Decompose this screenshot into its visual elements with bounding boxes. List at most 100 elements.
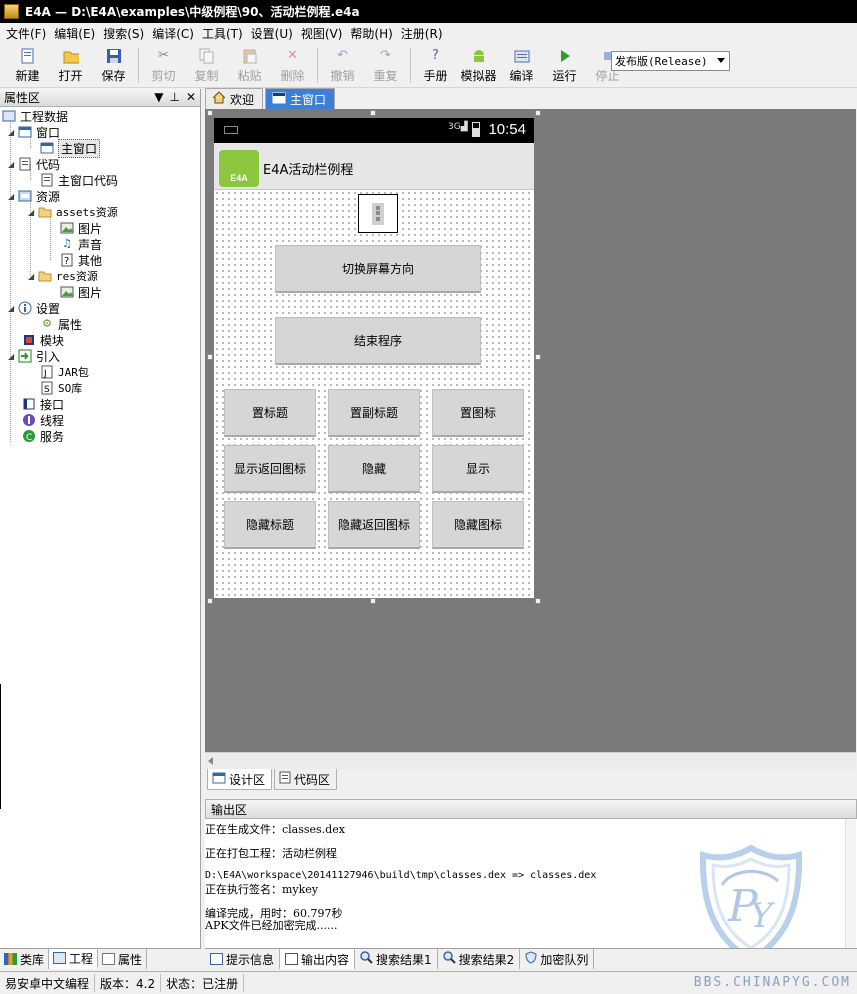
menu-settings[interactable]: 设置(U) — [247, 25, 297, 42]
tree-item-assets[interactable]: ◢ assets资源 — [28, 204, 118, 220]
tree-item-modules[interactable]: 模块 — [22, 332, 64, 348]
tab-search-results-1[interactable]: 搜索结果1 — [355, 949, 438, 969]
tree-item-assets-other[interactable]: ? 其他 — [60, 252, 102, 268]
show-back-icon-button[interactable]: 显示返回图标 — [224, 445, 316, 493]
output-scrollbar[interactable] — [845, 819, 856, 948]
pyg-shield-logo: P Y — [700, 845, 802, 963]
open-button[interactable]: 打开 — [49, 44, 92, 84]
tree-item-code[interactable]: ◢ 代码 — [8, 156, 60, 172]
tree-item-properties[interactable]: ⚙ 属性 — [40, 316, 82, 332]
menu-help[interactable]: 帮助(H) — [346, 25, 396, 42]
tree-item-assets-sounds[interactable]: ♫ 声音 — [60, 236, 102, 252]
tree-item-assets-images[interactable]: 图片 — [60, 220, 102, 236]
set-subtitle-button[interactable]: 置副标题 — [328, 389, 420, 437]
tab-properties-label: 属性 — [118, 952, 143, 967]
tab-hints[interactable]: 提示信息 — [205, 949, 281, 969]
resize-handle[interactable] — [535, 110, 541, 116]
network-type: 3G — [448, 122, 461, 132]
output-tabs: 提示信息 输出内容 搜索结果1 搜索结果2 加密队列 — [205, 948, 857, 970]
resize-handle[interactable] — [535, 598, 541, 604]
overflow-menu-button[interactable] — [358, 194, 398, 233]
resize-handle[interactable] — [207, 110, 213, 116]
resize-handle[interactable] — [370, 598, 376, 604]
build-mode-select[interactable]: 发布版(Release) — [611, 51, 730, 71]
tree-item-project-data[interactable]: 工程数据 — [2, 108, 68, 124]
compile-button[interactable]: 编译 — [500, 44, 543, 84]
tree-item-main-window[interactable]: 主窗口 — [40, 138, 101, 158]
tree-item-thread[interactable]: 线程 — [22, 412, 64, 428]
tree-item-interface[interactable]: 接口 — [22, 396, 64, 412]
cut-button[interactable]: ✂ 剪切 — [142, 44, 185, 84]
tree-item-main-window-code[interactable]: 主窗口代码 — [40, 172, 118, 188]
menu-search[interactable]: 搜索(S) — [99, 25, 148, 42]
close-icon[interactable]: ✕ — [186, 90, 196, 104]
pin-icon[interactable]: ⊥ — [169, 90, 179, 104]
redo-button[interactable]: ↷ 重复 — [364, 44, 407, 84]
manual-button[interactable]: ? 手册 — [414, 44, 457, 84]
design-icon — [212, 772, 226, 787]
rotate-screen-button[interactable]: 切换屏幕方向 — [275, 245, 481, 293]
save-button[interactable]: 保存 — [92, 44, 135, 84]
expanded-triangle-icon: ◢ — [8, 159, 15, 169]
tab-search-results-2[interactable]: 搜索结果2 — [438, 949, 521, 969]
menu-file[interactable]: 文件(F) — [2, 25, 50, 42]
hide-title-button[interactable]: 隐藏标题 — [224, 501, 316, 549]
library-icon — [4, 953, 17, 965]
status-bar: 易安卓中文编程 版本：4.2 状态：已注册 BBS.CHINAPYG.COM — [0, 971, 857, 994]
tree-item-resources[interactable]: ◢ 资源 — [8, 188, 60, 204]
paste-button[interactable]: 粘贴 — [228, 44, 271, 84]
hide-back-icon-button[interactable]: 隐藏返回图标 — [328, 501, 420, 549]
gear-icon: ⚙ — [42, 317, 52, 330]
tab-encrypt-queue[interactable]: 加密队列 — [520, 949, 595, 969]
menu-compile[interactable]: 编译(C) — [148, 25, 198, 42]
tree-item-res-images[interactable]: 图片 — [60, 284, 102, 300]
tree-item-label: 窗口 — [36, 125, 61, 140]
menu-view[interactable]: 视图(V) — [297, 25, 347, 42]
panel-menu-icon[interactable]: ▼ — [154, 90, 163, 104]
tree-item-res[interactable]: ◢ res资源 — [28, 268, 98, 284]
horizontal-scrollbar[interactable] — [205, 752, 856, 769]
resize-handle[interactable] — [207, 354, 213, 360]
panel-edge-line — [0, 684, 1, 809]
run-button[interactable]: 运行 — [543, 44, 586, 84]
tab-properties[interactable]: 属性 — [98, 949, 148, 969]
show-button[interactable]: 显示 — [432, 445, 524, 493]
title-bar: E4A — D:\E4A\examples\中级例程\90、活动栏例程.e4a — [0, 0, 857, 23]
home-icon — [212, 91, 226, 107]
resize-handle[interactable] — [535, 354, 541, 360]
new-button[interactable]: 新建 — [6, 44, 49, 84]
window-icon — [18, 125, 32, 139]
tree-item-jar[interactable]: J JAR包 — [40, 364, 89, 380]
emulator-button[interactable]: 模拟器 — [457, 44, 500, 84]
menu-edit[interactable]: 编辑(E) — [50, 25, 99, 42]
tree-item-settings[interactable]: ◢ 设置 — [8, 300, 60, 316]
hide-icon-button[interactable]: 隐藏图标 — [432, 501, 524, 549]
tree-item-service[interactable]: C 服务 — [22, 428, 64, 444]
tab-output-content[interactable]: 输出内容 — [280, 949, 356, 969]
scroll-left-icon[interactable] — [208, 757, 213, 765]
menu-register[interactable]: 注册(R) — [397, 25, 447, 42]
undo-button[interactable]: ↶ 撤销 — [321, 44, 364, 84]
output-line: 正在打包工程：活动栏例程 — [205, 847, 337, 860]
tab-library[interactable]: 类库 — [0, 949, 50, 969]
hide-button[interactable]: 隐藏 — [328, 445, 420, 493]
resize-handle[interactable] — [207, 598, 213, 604]
tree-item-so[interactable]: S SO库 — [40, 380, 82, 396]
delete-button[interactable]: ✕ 删除 — [271, 44, 314, 84]
tab-main-window[interactable]: 主窗口 — [265, 88, 336, 109]
tab-project[interactable]: 工程 — [49, 949, 99, 969]
tab-code-area[interactable]: 代码区 — [274, 769, 338, 790]
other-icon: ? — [60, 253, 74, 267]
copy-button[interactable]: 复制 — [185, 44, 228, 84]
set-icon-button[interactable]: 置图标 — [432, 389, 524, 437]
resize-handle[interactable] — [370, 110, 376, 116]
exit-program-button[interactable]: 结束程序 — [275, 317, 481, 365]
menu-tools[interactable]: 工具(T) — [198, 25, 247, 42]
tab-code-area-label: 代码区 — [294, 772, 331, 787]
tab-welcome[interactable]: 欢迎 — [205, 88, 264, 109]
tree-item-windows[interactable]: ◢ 窗口 — [8, 124, 60, 140]
tab-design-area[interactable]: 设计区 — [207, 769, 273, 790]
set-title-button[interactable]: 置标题 — [224, 389, 316, 437]
copy-icon — [199, 48, 215, 64]
tree-item-imports[interactable]: ◢ 引入 — [8, 348, 60, 364]
